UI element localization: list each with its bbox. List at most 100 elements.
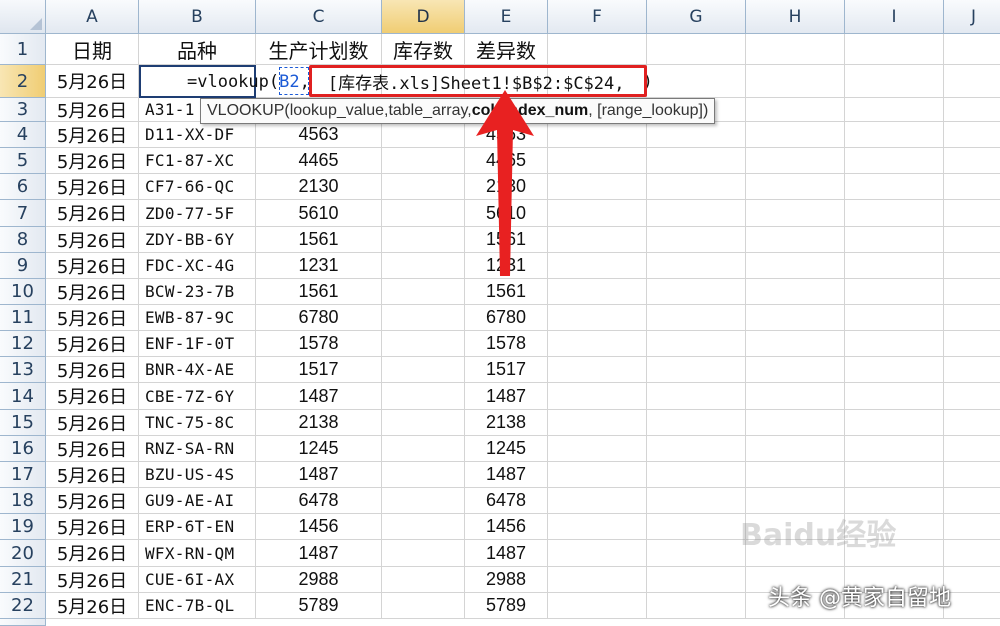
variety-cell[interactable]: ZDY-BB-6Y xyxy=(139,227,256,253)
empty-cell[interactable] xyxy=(845,148,944,174)
empty-cell[interactable] xyxy=(845,65,944,98)
stock-cell[interactable] xyxy=(382,436,465,462)
date-cell[interactable]: 5月26日 xyxy=(46,383,139,410)
date-cell[interactable]: 5月26日 xyxy=(46,253,139,279)
empty-cell[interactable] xyxy=(845,122,944,148)
row-header-13[interactable]: 13 xyxy=(0,357,46,383)
empty-cell[interactable] xyxy=(647,148,746,174)
column-header-i[interactable]: I xyxy=(845,0,944,34)
date-cell[interactable]: 5月26日 xyxy=(46,200,139,227)
plan-cell[interactable]: 5610 xyxy=(256,200,382,227)
date-cell[interactable]: 5月26日 xyxy=(46,488,139,514)
tooltip-arg1[interactable]: lookup_value, xyxy=(290,102,389,120)
empty-cell[interactable] xyxy=(845,436,944,462)
stock-cell[interactable] xyxy=(382,593,465,619)
empty-cell[interactable] xyxy=(548,305,647,331)
empty-cell[interactable] xyxy=(746,253,845,279)
diff-cell[interactable]: 1487 xyxy=(465,383,548,410)
date-cell[interactable]: 5月26日 xyxy=(46,410,139,436)
empty-cell[interactable] xyxy=(845,227,944,253)
variety-cell[interactable]: FC1-87-XC xyxy=(139,148,256,174)
variety-cell[interactable]: D11-XX-DF xyxy=(139,122,256,148)
empty-cell[interactable] xyxy=(647,593,746,619)
date-cell[interactable]: 5月26日 xyxy=(46,98,139,122)
column-header-a[interactable]: A xyxy=(46,0,139,34)
diff-cell[interactable]: 1456 xyxy=(465,514,548,540)
row-header-22[interactable]: 22 xyxy=(0,593,46,619)
row-header-7[interactable]: 7 xyxy=(0,200,46,227)
empty-cell[interactable] xyxy=(944,98,1000,122)
stock-cell[interactable] xyxy=(382,148,465,174)
stock-cell[interactable] xyxy=(382,279,465,305)
column-header-b[interactable]: B xyxy=(139,0,256,34)
row-header-4[interactable]: 4 xyxy=(0,122,46,148)
empty-cell[interactable] xyxy=(548,488,647,514)
row-header-2[interactable]: 2 xyxy=(0,65,46,98)
row-header-19[interactable]: 19 xyxy=(0,514,46,540)
stock-cell[interactable] xyxy=(382,514,465,540)
plan-cell[interactable]: 1231 xyxy=(256,253,382,279)
variety-cell[interactable]: TNC-75-8C xyxy=(139,410,256,436)
diff-cell[interactable]: 1487 xyxy=(465,462,548,488)
variety-cell[interactable]: EWB-87-9C xyxy=(139,305,256,331)
variety-cell[interactable]: BCW-23-7B xyxy=(139,279,256,305)
empty-cell[interactable] xyxy=(647,279,746,305)
plan-cell[interactable]: 1561 xyxy=(256,279,382,305)
column-header-d[interactable]: D xyxy=(382,0,465,34)
plan-cell[interactable]: 5789 xyxy=(256,593,382,619)
stock-cell[interactable] xyxy=(382,305,465,331)
empty-cell[interactable] xyxy=(647,540,746,567)
empty-cell[interactable] xyxy=(548,383,647,410)
date-cell[interactable]: 5月26日 xyxy=(46,122,139,148)
empty-cell[interactable] xyxy=(647,253,746,279)
empty-cell[interactable] xyxy=(746,279,845,305)
stock-cell[interactable] xyxy=(382,253,465,279)
empty-cell[interactable] xyxy=(746,98,845,122)
row-header-10[interactable]: 10 xyxy=(0,279,46,305)
empty-cell[interactable] xyxy=(746,227,845,253)
empty-cell[interactable] xyxy=(845,253,944,279)
date-cell[interactable]: 5月26日 xyxy=(46,148,139,174)
empty-cell[interactable] xyxy=(845,98,944,122)
empty-cell[interactable] xyxy=(647,331,746,357)
row-header-11[interactable]: 11 xyxy=(0,305,46,331)
variety-cell[interactable]: FDC-XC-4G xyxy=(139,253,256,279)
plan-cell[interactable]: 1561 xyxy=(256,227,382,253)
empty-cell[interactable] xyxy=(548,567,647,593)
diff-cell[interactable]: 1487 xyxy=(465,540,548,567)
empty-cell[interactable] xyxy=(647,305,746,331)
empty-cell[interactable] xyxy=(746,65,845,98)
empty-cell[interactable] xyxy=(746,462,845,488)
empty-cell[interactable] xyxy=(944,436,1000,462)
plan-cell[interactable]: 6780 xyxy=(256,305,382,331)
tooltip-fn[interactable]: VLOOKUP( xyxy=(207,102,290,120)
row-header-1[interactable]: 1 xyxy=(0,34,46,65)
empty-cell[interactable] xyxy=(548,200,647,227)
empty-cell[interactable] xyxy=(647,357,746,383)
variety-cell[interactable]: WFX-RN-QM xyxy=(139,540,256,567)
empty-cell[interactable] xyxy=(548,174,647,200)
row-header-20[interactable]: 20 xyxy=(0,540,46,567)
date-cell[interactable]: 5月26日 xyxy=(46,227,139,253)
empty-cell[interactable] xyxy=(548,593,647,619)
plan-cell[interactable]: 1487 xyxy=(256,462,382,488)
plan-cell[interactable]: 2130 xyxy=(256,174,382,200)
row-header-15[interactable]: 15 xyxy=(0,410,46,436)
stock-cell[interactable] xyxy=(382,200,465,227)
plan-cell[interactable]: 1245 xyxy=(256,436,382,462)
stock-cell[interactable] xyxy=(382,122,465,148)
column-header-j[interactable]: J xyxy=(944,0,1000,34)
empty-cell[interactable] xyxy=(944,253,1000,279)
plan-cell[interactable]: 1517 xyxy=(256,357,382,383)
column-header-h[interactable]: H xyxy=(746,0,845,34)
empty-cell[interactable] xyxy=(548,148,647,174)
empty-cell[interactable] xyxy=(845,34,944,65)
empty-cell[interactable] xyxy=(845,410,944,436)
diff-cell[interactable]: 1561 xyxy=(465,279,548,305)
empty-cell[interactable] xyxy=(647,514,746,540)
empty-cell[interactable] xyxy=(647,65,746,98)
variety-cell[interactable]: CF7-66-QC xyxy=(139,174,256,200)
row-header-16[interactable]: 16 xyxy=(0,436,46,462)
plan-cell[interactable]: 4563 xyxy=(256,122,382,148)
empty-cell[interactable] xyxy=(746,122,845,148)
